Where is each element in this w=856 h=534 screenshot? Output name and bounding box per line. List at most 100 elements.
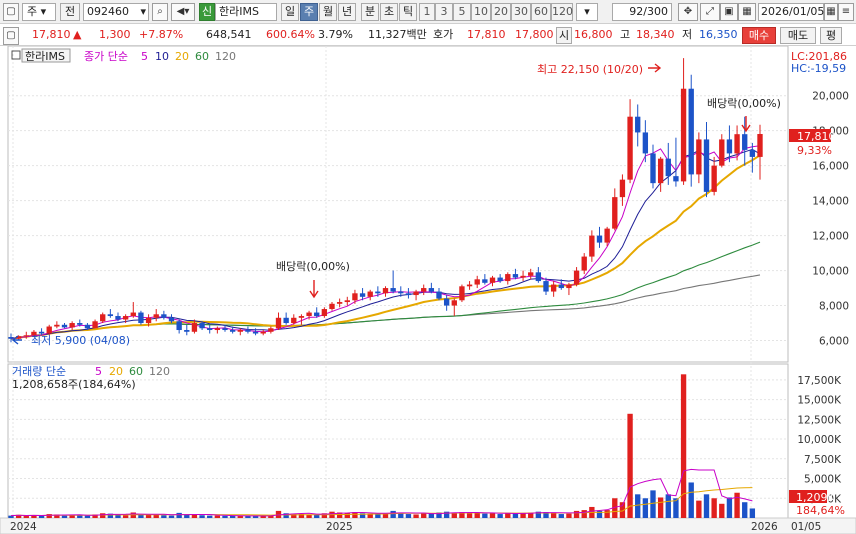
period-tab-5[interactable]: 초 — [380, 3, 398, 21]
candle — [138, 310, 144, 325]
volume-bar — [184, 514, 190, 518]
candle-body — [466, 284, 473, 287]
price-tag: 17,810 — [797, 130, 836, 143]
interval-button-7[interactable]: 120 — [551, 3, 573, 21]
pin-icon[interactable]: ▢ — [3, 27, 19, 45]
candle-body — [398, 291, 404, 294]
buy-button[interactable]: 매수 — [742, 27, 776, 44]
volume-bar — [421, 513, 427, 518]
sell-button[interactable]: 매도 — [780, 27, 816, 44]
candle-body — [719, 139, 725, 166]
candle-body — [589, 235, 595, 257]
interval-button-0[interactable]: 1 — [419, 3, 435, 21]
candle-body — [703, 139, 710, 192]
change-percent: +7.87% — [139, 28, 184, 41]
volume-bar — [390, 510, 396, 518]
volume-bar — [581, 510, 587, 518]
high-label: 고 — [620, 28, 631, 41]
bid-price: 17,800 — [515, 28, 554, 41]
volume-ratio: 600.64% — [266, 28, 315, 41]
ask-price: 17,810 — [467, 28, 506, 41]
market-select[interactable]: 주 ▾ — [22, 3, 56, 21]
eval-button[interactable]: 평 — [820, 27, 842, 44]
period-tab-0[interactable]: 일 — [281, 3, 299, 21]
legend-ma10: 10 — [155, 50, 169, 63]
count-input[interactable]: 92/300 — [612, 3, 672, 21]
interval-button-3[interactable]: 10 — [471, 3, 491, 21]
volume-tick-label: 12,500K — [797, 414, 842, 426]
candle-body — [77, 323, 83, 325]
volume-legend-120: 120 — [149, 365, 170, 378]
search-icon[interactable]: ⌕ — [152, 3, 168, 21]
volume-bar — [84, 515, 91, 518]
high-price: 18,340 — [636, 28, 675, 41]
window-icon[interactable]: ▢ — [3, 3, 19, 21]
period-tab-6[interactable]: 틱 — [399, 3, 417, 21]
stock-chart[interactable]: 6,0008,00010,00012,00014,00016,00018,000… — [0, 46, 856, 534]
volume-bar — [688, 482, 694, 518]
volume-legend-60: 60 — [129, 365, 143, 378]
time-axis — [0, 517, 856, 534]
period-tab-1[interactable]: 주 — [300, 3, 318, 21]
candle-body — [69, 323, 75, 328]
zoom-icon[interactable]: ⤢ — [700, 3, 720, 21]
save-icon[interactable]: ▣ — [720, 3, 738, 21]
candle-body — [321, 309, 328, 317]
volume-bar — [703, 494, 710, 518]
candle-body — [8, 337, 14, 339]
candle-body — [298, 316, 305, 318]
price-tick-label: 8,000 — [819, 301, 849, 313]
interval-button-5[interactable]: 30 — [511, 3, 531, 21]
interval-button-2[interactable]: 5 — [453, 3, 471, 21]
period-tab-2[interactable]: 월 — [319, 3, 337, 21]
candle-body — [680, 88, 687, 182]
speaker-icon[interactable]: ◀▾ — [171, 3, 195, 21]
candle-body — [757, 134, 763, 157]
period-tab-4[interactable]: 분 — [361, 3, 379, 21]
volume-bar — [489, 513, 496, 518]
toolbar: ▢ 주 ▾ 전 092460 ▾ ⌕ ◀▾ 신 한라IMS ▾ 92/300 ✥ … — [0, 0, 856, 24]
candle-body — [443, 298, 450, 306]
candle-body — [421, 288, 427, 292]
volume-bar — [375, 514, 381, 518]
interval-dropdown[interactable]: ▾ — [576, 3, 598, 21]
interval-button-6[interactable]: 60 — [531, 3, 551, 21]
candle-body — [688, 88, 694, 175]
volume-bar — [344, 512, 350, 518]
candle-body — [734, 134, 740, 154]
candle-body — [107, 314, 114, 317]
candle-body — [474, 279, 480, 285]
candle-body — [573, 270, 580, 285]
candle-body — [359, 293, 366, 297]
crosshair-icon[interactable]: ✥ — [678, 3, 698, 21]
candle-body — [237, 330, 243, 332]
volume-bar — [726, 497, 733, 518]
volume-last-value: 1,208,658주(184,64%) — [12, 378, 136, 391]
legend-ma5: 5 — [141, 50, 148, 63]
volume-bar — [61, 515, 68, 518]
legend-ma120: 120 — [215, 50, 236, 63]
chart-area[interactable]: 6,0008,00010,00012,00014,00016,00018,000… — [0, 46, 856, 534]
code-input[interactable]: 092460 ▾ — [83, 3, 149, 21]
mode-button[interactable]: 전 — [60, 3, 80, 21]
interval-button-1[interactable]: 3 — [435, 3, 453, 21]
settings-icon[interactable]: ≡ — [838, 3, 854, 21]
candle-body — [405, 293, 412, 296]
candle-body — [375, 291, 381, 294]
candle-body — [535, 272, 542, 282]
candle-body — [161, 314, 167, 318]
interval-button-4[interactable]: 20 — [491, 3, 511, 21]
candle-body — [604, 228, 610, 243]
stock-name: 한라IMS — [215, 3, 277, 21]
table-icon[interactable]: ▦ — [738, 3, 756, 21]
candle-body — [176, 321, 182, 331]
period-tab-3[interactable]: 년 — [338, 3, 356, 21]
candle-body — [122, 316, 129, 320]
candle-body — [726, 139, 733, 154]
legend-title: 한라IMS — [25, 50, 65, 63]
date-input[interactable]: 2026/01/05 — [758, 3, 824, 21]
legend-ma20: 20 — [175, 50, 189, 63]
calendar-icon[interactable]: ▦ — [824, 3, 838, 21]
candle-body — [275, 317, 282, 329]
volume-tick-label: 7,500K — [804, 454, 842, 466]
